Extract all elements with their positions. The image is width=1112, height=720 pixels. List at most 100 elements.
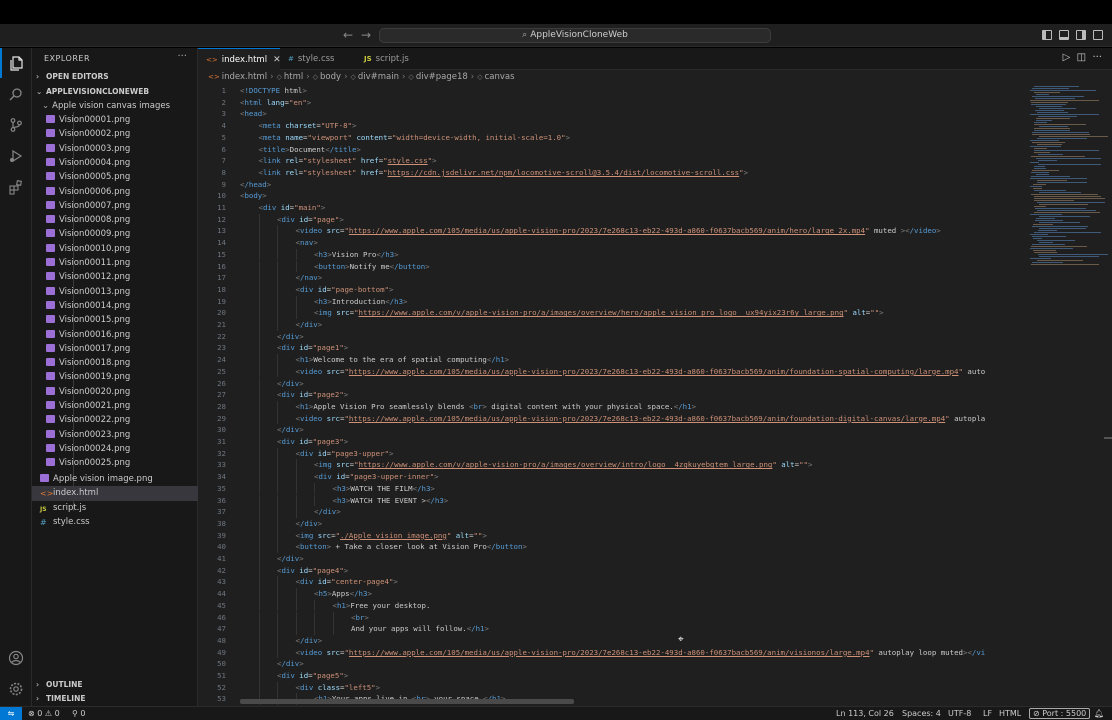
eol-status[interactable]: LF (983, 707, 992, 720)
problems-status[interactable]: ⊗ 0 ⚠ 0 (28, 707, 60, 720)
code-line[interactable]: 50 </div> (198, 658, 1026, 670)
project-section[interactable]: ⌄ APPLEVISIONCLONEWEB (32, 85, 198, 99)
extensions-icon[interactable] (0, 172, 32, 202)
arrow-left-icon[interactable]: ← (340, 28, 356, 42)
code-line[interactable]: 35 <h3>WATCH THE FILM</h3> (198, 483, 1026, 495)
code-line[interactable]: 22 </div> (198, 331, 1026, 343)
file-tree-item[interactable]: Vision00011.png (32, 256, 198, 270)
toggle-panel-icon[interactable] (1059, 30, 1069, 40)
vertical-scrollbar[interactable] (1104, 437, 1112, 439)
code-line[interactable]: 3 <head> (198, 108, 1026, 120)
code-line[interactable]: 38 </div> (198, 518, 1026, 530)
command-center-search[interactable]: ⌕ AppleVisionCloneWeb (379, 28, 771, 43)
folder-apple-vision-canvas-images[interactable]: ⌄ Apple vision canvas images (32, 99, 198, 113)
file-tree-item[interactable]: Vision00002.png (32, 127, 198, 141)
file-tree-item[interactable]: Vision00023.png (32, 428, 198, 442)
indentation-status[interactable]: Spaces: 4 (902, 707, 941, 720)
tab-index-html[interactable]: <> index.html ✕ (198, 48, 281, 70)
run-debug-icon[interactable] (0, 141, 32, 171)
code-line[interactable]: 13 <video src="https://www.apple.com/105/… (198, 225, 1026, 237)
code-line[interactable]: 28 <h1>Apple Vision Pro seamlessly blends… (198, 401, 1026, 413)
run-icon[interactable]: ▷ (1063, 52, 1071, 63)
file-tree-item[interactable]: Vision00015.png (32, 313, 198, 327)
code-line[interactable]: 46 <br> (198, 612, 1026, 624)
code-line[interactable]: 30 </div> (198, 424, 1026, 436)
code-line[interactable]: 25 <video src="https://www.apple.com/105/… (198, 366, 1026, 378)
file-tree-item[interactable]: Vision00009.png (32, 227, 198, 241)
file-tree-item[interactable]: Vision00025.png (32, 456, 198, 470)
more-actions-icon[interactable]: ··· (1092, 52, 1102, 63)
breadcrumb-item[interactable]: div#main (358, 72, 399, 82)
outline-section[interactable]: › OUTLINE (32, 678, 198, 692)
code-line[interactable]: 45 <h1>Free your desktop. (198, 600, 1026, 612)
breadcrumb-item[interactable]: html (284, 72, 303, 82)
code-line[interactable]: 29 <video src="https://www.apple.com/105/… (198, 413, 1026, 425)
file-tree-item[interactable]: Vision00019.png (32, 370, 198, 384)
code-line[interactable]: 52 <div class="left5"> (198, 682, 1026, 694)
code-line[interactable]: 36 <h3>WATCH THE EVENT ></h3> (198, 495, 1026, 507)
bell-icon[interactable]: 🔔︎ (1094, 707, 1104, 720)
file-tree-item[interactable]: Vision00012.png (32, 270, 198, 284)
file-tree-item[interactable]: Vision00014.png (32, 299, 198, 313)
code-line[interactable]: 20 <img src="https://www.apple.com/v/appl… (198, 307, 1026, 319)
file-tree-item[interactable]: Vision00006.png (32, 185, 198, 199)
file-tree-item[interactable]: Vision00001.png (32, 113, 198, 127)
language-mode[interactable]: HTML (999, 707, 1021, 720)
file-tree-item[interactable]: Vision00018.png (32, 356, 198, 370)
manage-gear-icon[interactable] (0, 674, 32, 704)
breadcrumb-item[interactable]: canvas (485, 72, 515, 82)
code-line[interactable]: 5 <meta name="viewport" content="width=de… (198, 132, 1026, 144)
code-line[interactable]: 2 <html lang="en"> (198, 97, 1026, 109)
code-line[interactable]: 10 <body> (198, 190, 1026, 202)
code-line[interactable]: 16 <button>Notify me</button> (198, 261, 1026, 273)
breadcrumb-item[interactable]: index.html (222, 72, 267, 82)
code-line[interactable]: 40 <button> + Take a closer look at Visio… (198, 541, 1026, 553)
code-line[interactable]: 42 <div id="page4"> (198, 565, 1026, 577)
file-tree-item[interactable]: Vision00010.png (32, 242, 198, 256)
code-line[interactable]: 19 <h3>Introduction</h3> (198, 296, 1026, 308)
code-editor[interactable]: 1 <!DOCTYPE html> 2 <html lang="en"> 3 <head>… (198, 84, 1026, 706)
code-line[interactable]: 9 </head> (198, 179, 1026, 191)
breadcrumb-item[interactable]: body (320, 72, 341, 82)
code-line[interactable]: 21 </div> (198, 319, 1026, 331)
code-line[interactable]: 8 <link rel="stylesheet" href="https://cd… (198, 167, 1026, 179)
account-icon[interactable] (0, 643, 32, 673)
remote-icon[interactable]: ⇋ (0, 707, 22, 720)
cursor-position[interactable]: Ln 113, Col 26 (836, 707, 894, 720)
file-tree-item[interactable]: Vision00017.png (32, 342, 198, 356)
code-line[interactable]: 24 <h1>Welcome to the era of spatial comp… (198, 354, 1026, 366)
open-editors-section[interactable]: › OPEN EDITORS (32, 70, 198, 84)
horizontal-scrollbar[interactable] (240, 699, 574, 704)
file-tree-item[interactable]: Vision00020.png (32, 385, 198, 399)
tab-script-js[interactable]: JS script.js (356, 48, 432, 70)
source-control-icon[interactable] (0, 110, 32, 140)
code-line[interactable]: 43 <div id="center-page4"> (198, 576, 1026, 588)
breadcrumb-item[interactable]: div#page18 (416, 72, 468, 82)
live-server-port[interactable]: ⊘ Port : 5500 (1029, 708, 1091, 719)
code-line[interactable]: 18 <div id="page-bottom"> (198, 284, 1026, 296)
search-icon[interactable] (0, 79, 32, 109)
customize-layout-icon[interactable] (1093, 30, 1103, 40)
file-tree-item[interactable]: Vision00016.png (32, 328, 198, 342)
code-line[interactable]: 27 <div id="page2"> (198, 389, 1026, 401)
code-line[interactable]: 7 <link rel="stylesheet" href="style.css"… (198, 155, 1026, 167)
code-line[interactable]: 37 </div> (198, 506, 1026, 518)
file-tree-item[interactable]: Vision00021.png (32, 399, 198, 413)
toggle-primary-sidebar-icon[interactable] (1042, 30, 1052, 40)
tab-style-css[interactable]: # style.css (280, 48, 356, 70)
toggle-secondary-sidebar-icon[interactable] (1076, 30, 1086, 40)
arrow-right-icon[interactable]: → (358, 28, 374, 42)
minimap[interactable] (1026, 84, 1112, 706)
file-tree-item[interactable]: Vision00004.png (32, 156, 198, 170)
code-line[interactable]: 32 <div id="page3-upper"> (198, 448, 1026, 460)
code-line[interactable]: 39 <img src="./Apple vision image.png" al… (198, 530, 1026, 542)
file-tree-item[interactable]: Vision00003.png (32, 142, 198, 156)
code-line[interactable]: 49 <video src="https://www.apple.com/105/… (198, 647, 1026, 659)
file-tree-item[interactable]: JS script.js (32, 501, 198, 515)
more-actions-icon[interactable]: ··· (177, 51, 187, 62)
code-line[interactable]: 12 <div id="page"> (198, 214, 1026, 226)
code-line[interactable]: 33 <img src="https://www.apple.com/v/appl… (198, 459, 1026, 471)
code-line[interactable]: 6 <title>Document</title> (198, 144, 1026, 156)
file-tree-item[interactable]: Vision00024.png (32, 442, 198, 456)
code-line[interactable]: 51 <div id="page5"> (198, 670, 1026, 682)
